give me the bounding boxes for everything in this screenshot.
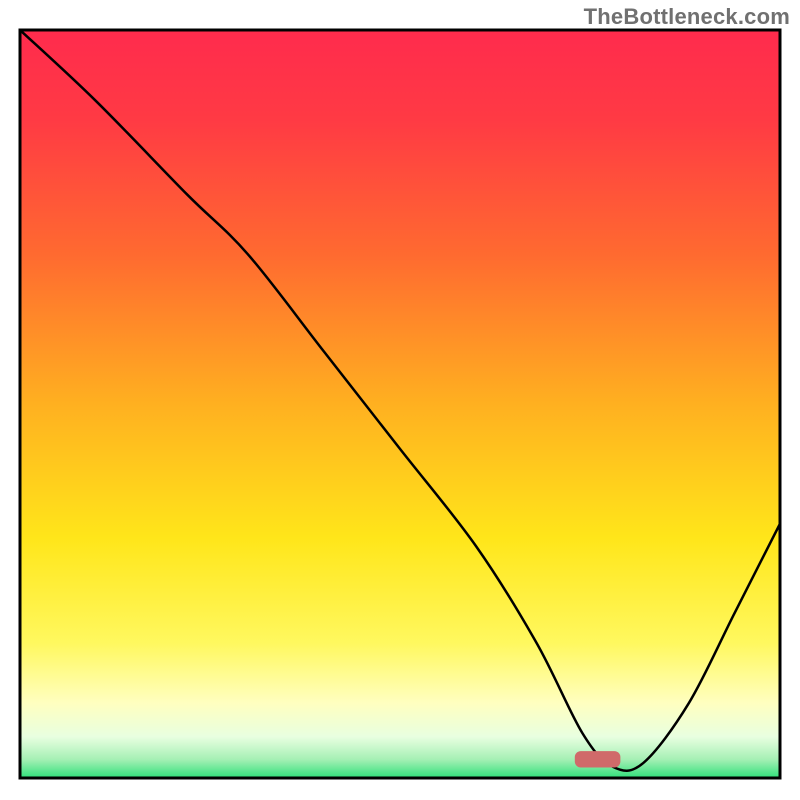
chart-canvas (0, 0, 800, 800)
bottleneck-chart: TheBottleneck.com (0, 0, 800, 800)
plot-area (20, 30, 780, 778)
optimal-marker (575, 751, 621, 767)
gradient-background (20, 30, 780, 778)
attribution-label: TheBottleneck.com (584, 4, 790, 30)
